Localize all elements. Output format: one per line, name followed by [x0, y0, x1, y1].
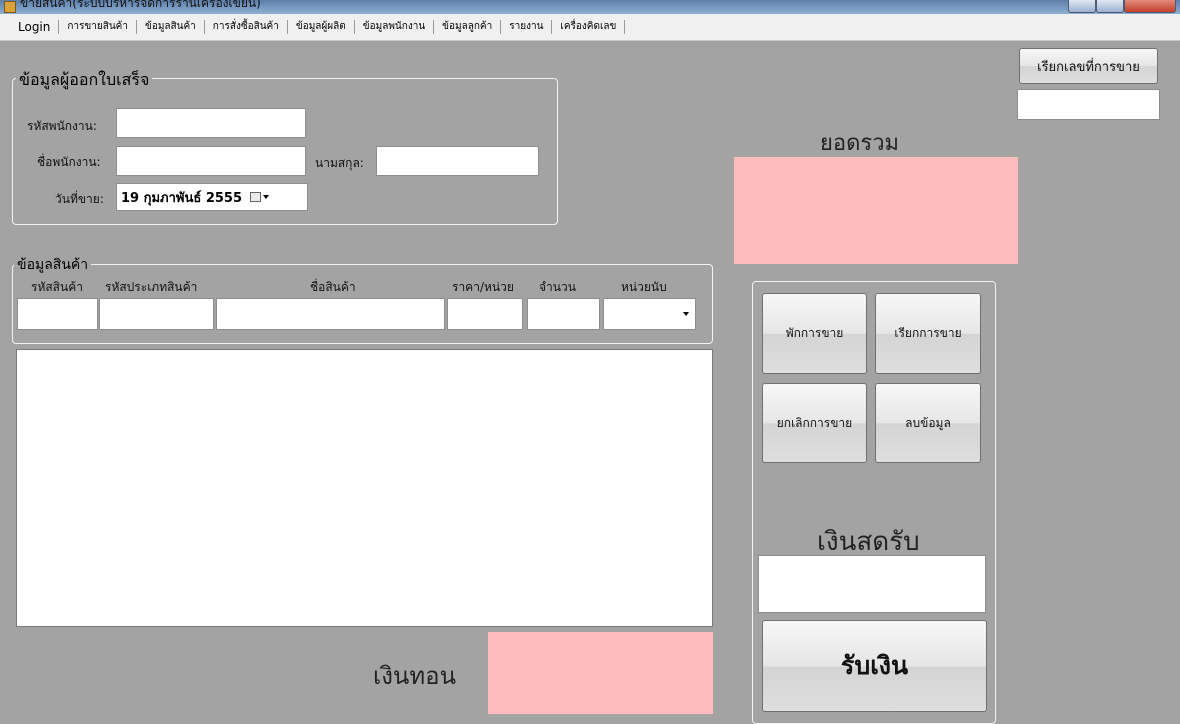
product-legend: ข้อมูลสินค้า	[14, 254, 92, 276]
cash-input[interactable]	[758, 555, 986, 613]
chevron-down-icon[interactable]	[263, 195, 270, 199]
col-unit-price: ราคา/หน่วย	[452, 280, 514, 294]
menu-employees[interactable]: ข้อมูลพนักงาน	[355, 20, 435, 34]
col-product-id: รหัสสินค้า	[31, 280, 83, 294]
quantity-input[interactable]	[527, 298, 600, 330]
menu-calculator[interactable]: เครื่องคิดเลข	[552, 20, 626, 34]
surname-label: นามสกุล:	[315, 156, 364, 170]
col-product-name: ชื่อสินค้า	[310, 280, 356, 294]
calendar-icon[interactable]	[250, 192, 262, 202]
sale-id-field[interactable]	[1017, 89, 1160, 120]
sale-date-picker[interactable]: 19 กุมภาพันธ์ 2555	[116, 183, 308, 211]
employee-id-label: รหัสพนักงาน:	[27, 119, 97, 133]
menu-products[interactable]: ข้อมูลสินค้า	[137, 20, 205, 34]
employee-name-input[interactable]	[116, 146, 306, 176]
change-display	[488, 632, 713, 714]
issuer-legend: ข้อมูลผู้ออกใบเสร็จ	[16, 68, 153, 93]
receive-payment-button[interactable]: รับเงิน	[762, 620, 987, 712]
total-display	[734, 157, 1018, 264]
total-label: ยอดรวม	[820, 131, 900, 156]
hold-sale-button[interactable]: พักการขาย	[762, 293, 867, 374]
employee-name-label: ชื่อพนักงาน:	[37, 155, 101, 169]
product-id-input[interactable]	[17, 298, 98, 330]
unit-select[interactable]	[603, 298, 696, 330]
recall-sale-button[interactable]: เรียกการขาย	[875, 293, 981, 374]
menu-manufacturers[interactable]: ข้อมูลผู้ผลิต	[288, 20, 355, 34]
get-sale-id-button[interactable]: เรียกเลขที่การขาย	[1019, 48, 1158, 84]
product-name-input[interactable]	[216, 298, 445, 330]
dropdown-arrow-icon[interactable]	[683, 312, 689, 316]
menu-login[interactable]: Login	[0, 20, 60, 34]
category-id-input[interactable]	[99, 298, 214, 330]
change-label: เงินทอน	[373, 662, 456, 690]
employee-id-input[interactable]	[116, 108, 306, 138]
surname-input[interactable]	[376, 146, 539, 176]
sale-items-list[interactable]	[16, 349, 713, 627]
menu-reports[interactable]: รายงาน	[501, 20, 553, 34]
app-icon	[4, 1, 16, 13]
menu-customers[interactable]: ข้อมูลลูกค้า	[434, 20, 502, 34]
unit-price-input[interactable]	[447, 298, 523, 330]
col-quantity: จำนวน	[539, 280, 576, 294]
col-category-id: รหัสประเภทสินค้า	[105, 280, 198, 294]
title-bar: ขายสินค้า(ระบบบริหารจัดการร้านเครื่องเขี…	[0, 0, 1180, 14]
close-button[interactable]	[1124, 0, 1176, 13]
menu-orders[interactable]: การสั่งซื้อสินค้า	[205, 20, 288, 34]
window-title: ขายสินค้า(ระบบบริหารจัดการร้านเครื่องเขี…	[20, 0, 261, 10]
sale-date-label: วันที่ขาย:	[55, 192, 104, 206]
maximize-button[interactable]	[1096, 0, 1124, 13]
sale-date-value: 19 กุมภาพันธ์ 2555	[121, 190, 243, 206]
minimize-button[interactable]	[1068, 0, 1096, 13]
menu-sales[interactable]: การขายสินค้า	[59, 20, 137, 34]
delete-data-button[interactable]: ลบข้อมูล	[875, 383, 981, 463]
col-unit: หน่วยนับ	[621, 280, 667, 294]
menu-bar: Login การขายสินค้า ข้อมูลสินค้า การสั่งซ…	[0, 14, 1180, 41]
cancel-sale-button[interactable]: ยกเลิกการขาย	[762, 383, 867, 463]
